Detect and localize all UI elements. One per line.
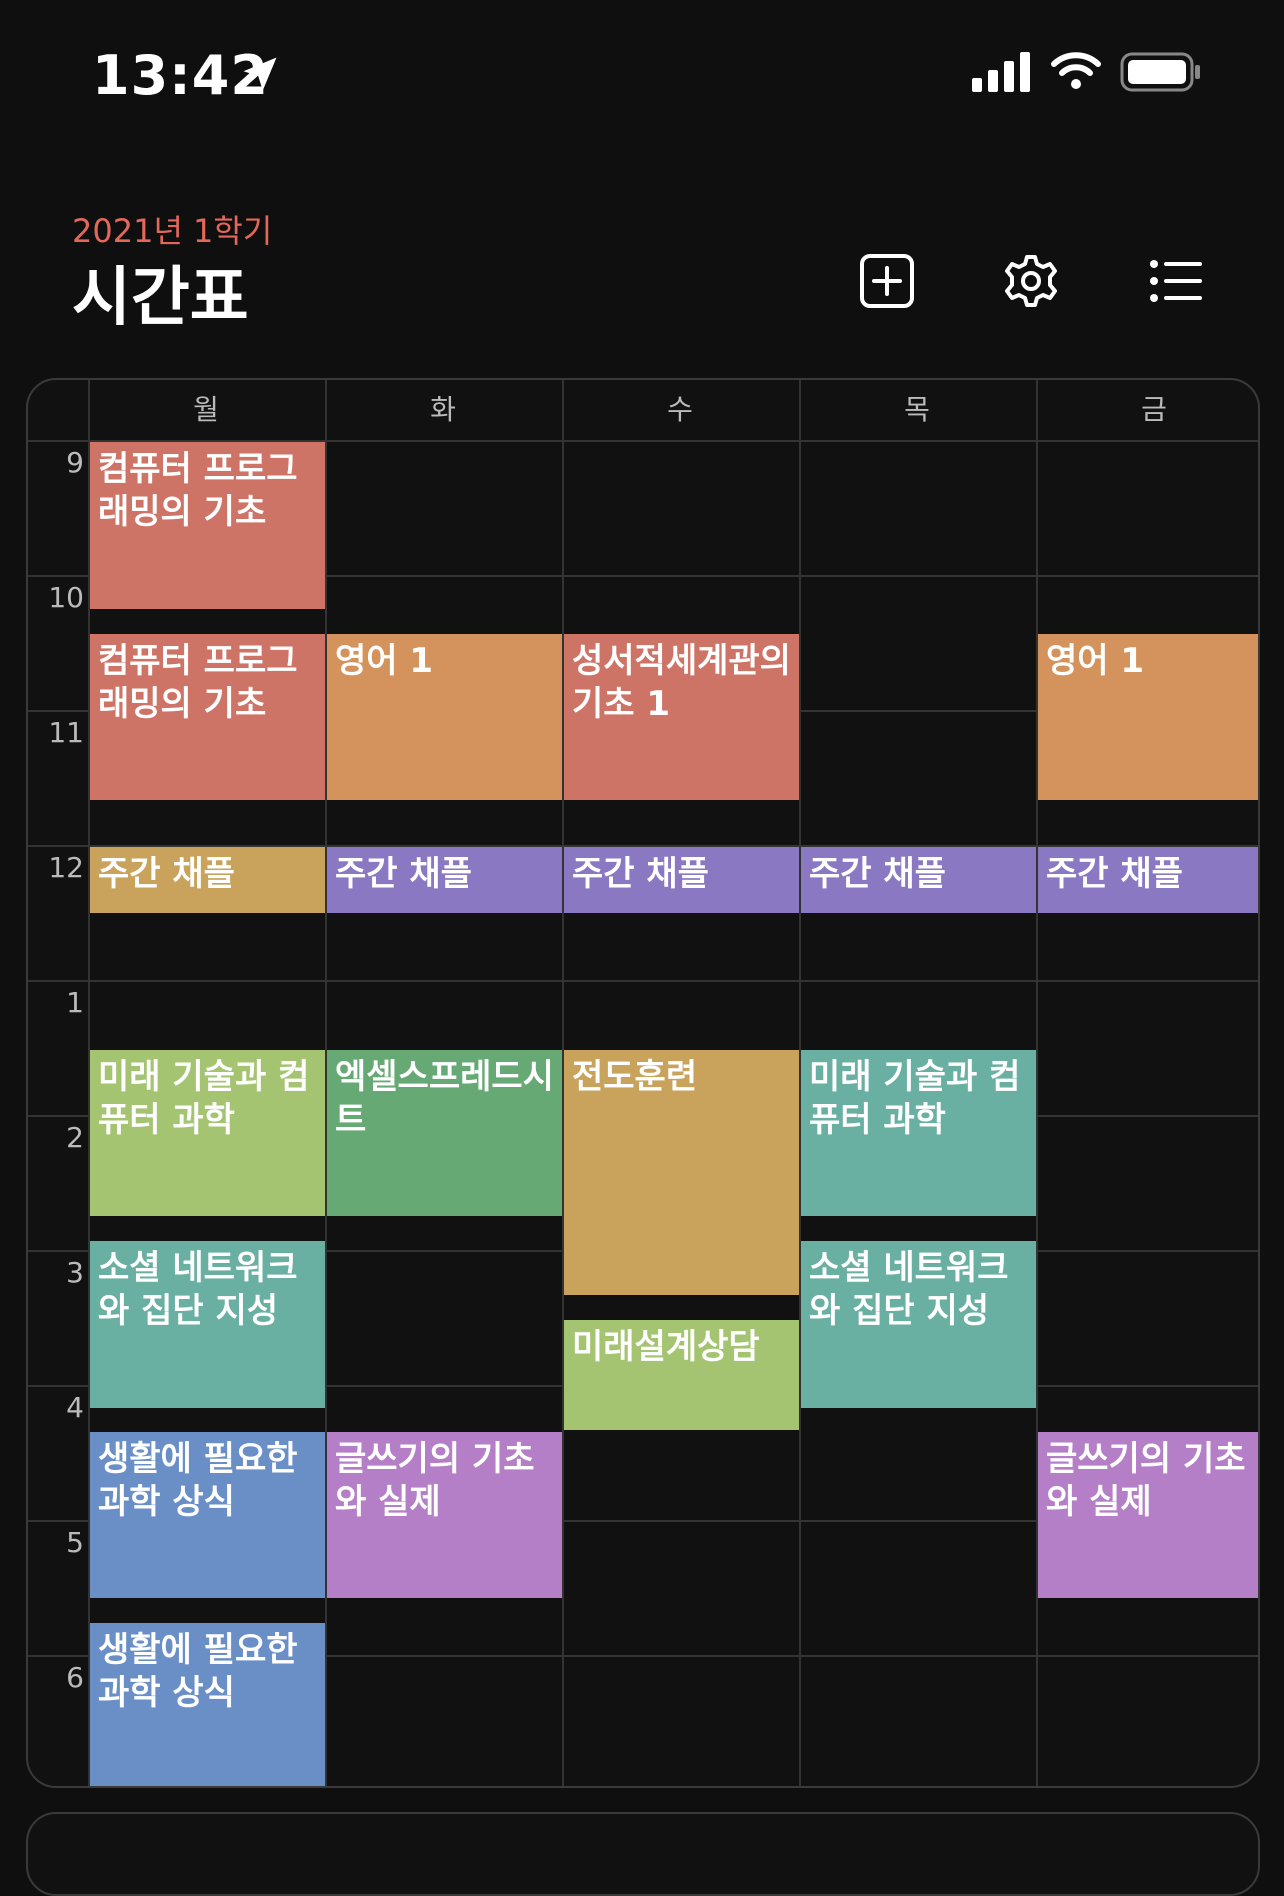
class-block[interactable]: 생활에 필요한 과학 상식 [90,1431,325,1599]
plus-square-icon [860,254,914,308]
day-header: 월 [193,393,219,426]
list-button[interactable] [1140,246,1210,316]
hour-label: 2 [66,1121,84,1154]
hour-label: 4 [66,1391,84,1424]
battery-icon [1120,52,1200,92]
class-block[interactable]: 미래설계상담 [564,1319,799,1430]
class-block[interactable]: 컴퓨터 프로그래밍의 기초 [90,442,325,609]
bottom-card[interactable] [26,1812,1260,1896]
status-bar: 13:42 [0,0,1284,140]
class-block[interactable]: 컴퓨터 프로그래밍의 기초 [90,633,325,801]
page-title: 시간표 [72,261,249,335]
settings-button[interactable] [996,246,1066,316]
wifi-icon [1051,52,1101,89]
hour-label: 11 [48,716,84,749]
hour-label: 12 [48,851,84,884]
class-block[interactable]: 전도훈련 [564,1049,799,1295]
class-block[interactable]: 소셜 네트워크와 집단 지성 [90,1241,325,1408]
class-block[interactable]: 주간 채플 [801,847,1036,913]
hour-label: 3 [66,1256,84,1289]
add-class-button[interactable] [852,246,922,316]
class-block[interactable]: 미래 기술과 컴퓨터 과학 [801,1049,1036,1217]
hour-label: 9 [66,446,84,479]
location-arrow-icon [243,57,277,91]
class-block[interactable]: 소셜 네트워크와 집단 지성 [801,1241,1036,1408]
class-block[interactable]: 글쓰기의 기초와 실제 [327,1431,562,1599]
timetable-grid[interactable]: 월 화 수 목 금 9 10 11 12 1 2 3 4 5 6 컴퓨터 프로그래밍의 기초 컴퓨터 프로그래밍… [26,378,1260,1788]
class-block[interactable]: 주간 채플 [1038,847,1258,913]
list-icon [1150,260,1202,302]
class-block[interactable]: 생활에 필요한 과학 상식 [90,1623,325,1786]
class-block[interactable]: 성서적세계관의 기초 1 [564,633,799,801]
gear-icon [1005,255,1057,307]
class-block[interactable]: 엑셀스프레드시트 [327,1049,562,1217]
class-block[interactable]: 미래 기술과 컴퓨터 과학 [90,1049,325,1217]
class-block[interactable]: 글쓰기의 기초와 실제 [1038,1431,1258,1599]
grid-hour-line [28,980,1258,982]
day-header: 수 [667,393,693,426]
hour-label: 10 [48,581,84,614]
day-header: 금 [1141,393,1167,426]
hour-label: 5 [66,1526,84,1559]
day-header: 목 [904,393,930,426]
hour-label: 6 [66,1661,84,1694]
cellular-signal-icon [972,52,1030,92]
hour-label: 1 [66,986,84,1019]
class-block[interactable]: 영어 1 [327,633,562,801]
class-block[interactable]: 주간 채플 [564,847,799,913]
class-block[interactable]: 영어 1 [1038,633,1258,801]
day-header: 화 [430,393,456,426]
class-block[interactable]: 주간 채플 [327,847,562,913]
class-block[interactable]: 주간 채플 [90,847,325,913]
